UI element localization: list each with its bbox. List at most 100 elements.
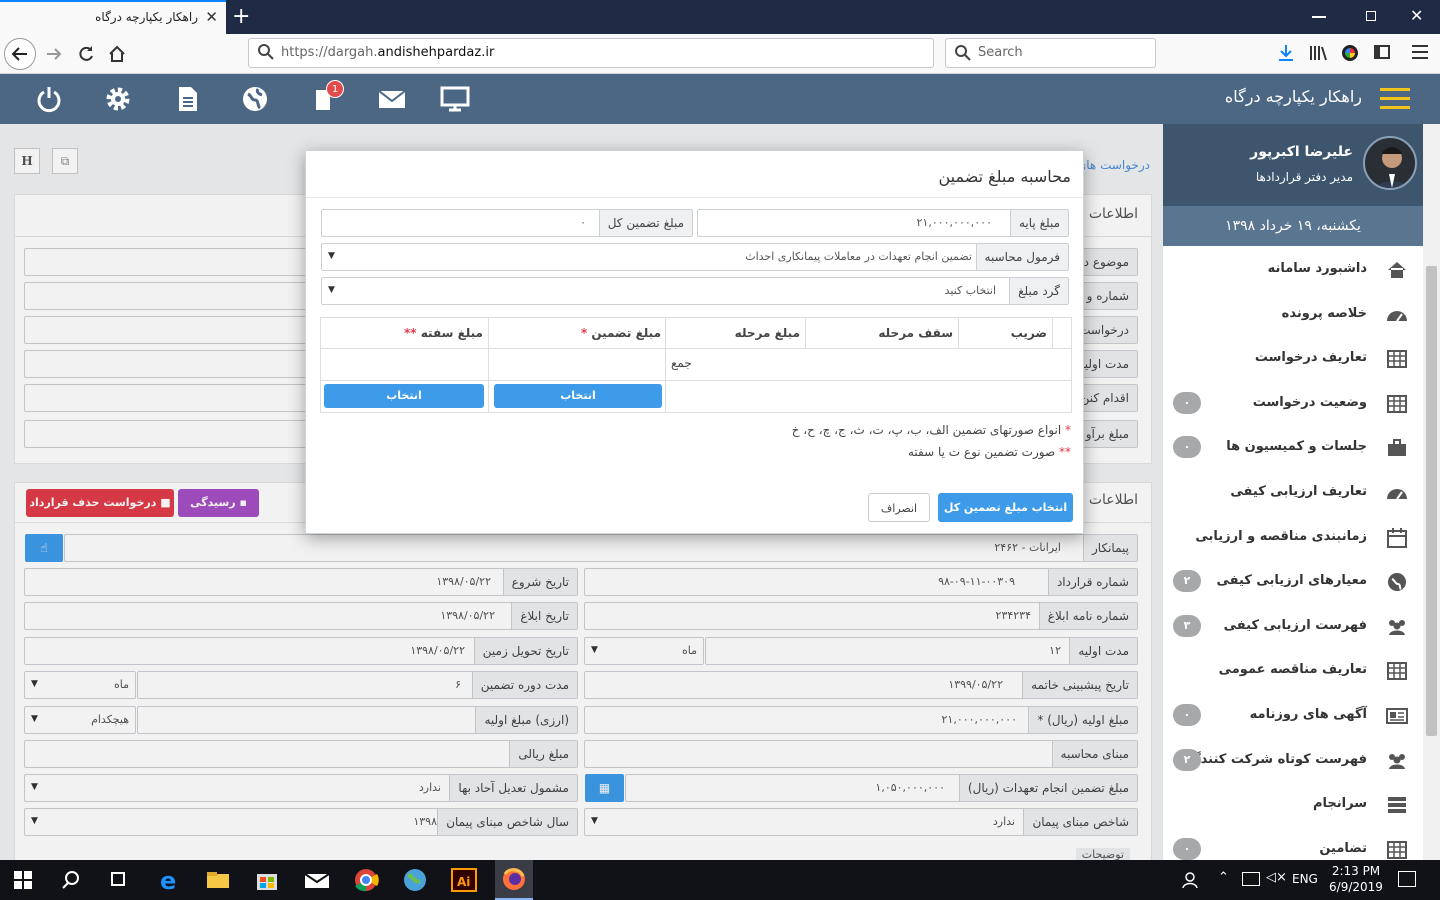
avatar[interactable] (1363, 136, 1417, 190)
globe-icon (1385, 570, 1409, 594)
network-icon[interactable] (1242, 872, 1260, 886)
sidebar-item-badge: ۰ (1173, 837, 1201, 860)
url-domain: andishehpardaz.ir (377, 45, 495, 60)
note-1: * انواع صورتهای تضمین الف، ب، پ، ت، ث، ج… (792, 423, 1071, 437)
current-date: یکشنبه، ۱۹ خرداد ۱۳۹۸ (1163, 206, 1423, 246)
people-icon[interactable] (1180, 870, 1200, 890)
sidebar-item-label: سرانجام (1313, 796, 1367, 812)
col-header-guarantee: مبلغ تضمین * (581, 326, 661, 340)
windows-start-icon[interactable] (14, 871, 32, 889)
formula-select[interactable]: فرمول محاسبه تضمین انجام تعهدات در معاملا… (321, 243, 1069, 271)
new-tab-icon[interactable]: + (232, 4, 250, 29)
sidebar-item[interactable]: تعاریف مناقصه عمومی (1163, 649, 1423, 693)
power-icon[interactable] (34, 84, 64, 114)
search-icon[interactable] (58, 866, 88, 894)
field-value: ۰ (580, 216, 586, 229)
sidebar-item[interactable]: سرانجام (1163, 783, 1423, 827)
select-guarantee-button[interactable]: انتخاب (494, 384, 662, 408)
sidebar-item-label: تضامین (1319, 840, 1367, 856)
table-icon (1385, 392, 1409, 416)
sidebar-item[interactable]: وضعیت درخواست ۰ (1163, 382, 1423, 426)
note-1-mark: * (1065, 423, 1071, 437)
extension-icon[interactable] (1342, 45, 1358, 61)
minimize-icon[interactable] (1312, 16, 1326, 18)
base-amount-field[interactable]: مبلغ پایه ۲۱,۰۰۰,۰۰۰,۰۰۰ (697, 209, 1069, 237)
select-value: تضمین انجام تعهدات در معاملات پیمانکاری … (745, 250, 972, 263)
sidebar-item[interactable]: تعاریف ارزیابی کیفی (1163, 471, 1423, 515)
field-value: ۲۱,۰۰۰,۰۰۰,۰۰۰ (916, 216, 992, 229)
table-icon (1385, 347, 1409, 371)
library-icon[interactable] (1308, 43, 1328, 63)
sidebar-item[interactable]: فهرست کوتاه شرکت کنندگان ۲ (1163, 739, 1423, 783)
volume-icon[interactable]: ◁× (1266, 870, 1287, 885)
sidebar-item[interactable]: خلاصه پرونده (1163, 293, 1423, 337)
sidebar-item[interactable]: زمانبندی مناقصه و ارزیابی (1163, 516, 1423, 560)
tray-chevron-icon[interactable]: ⌃ (1218, 870, 1229, 885)
server-icon (1385, 793, 1409, 817)
notifications-icon[interactable] (1398, 871, 1416, 887)
sidebar-item[interactable]: جلسات و کمیسیون ها ۰ (1163, 426, 1423, 470)
scrollbar[interactable] (1423, 124, 1440, 860)
sidebar-toggle-icon[interactable] (1374, 45, 1390, 59)
confirm-total-button[interactable]: انتخاب مبلغ تضمین کل (938, 493, 1073, 522)
sidebar-item[interactable]: تعاریف درخواست (1163, 337, 1423, 381)
download-icon[interactable] (1276, 43, 1296, 63)
restore-icon[interactable] (1366, 11, 1376, 21)
sidebar-item-label: زمانبندی مناقصه و ارزیابی (1195, 528, 1367, 544)
chrome-icon[interactable] (351, 866, 381, 894)
browser-search-box[interactable]: Search (945, 38, 1156, 68)
illustrator-icon[interactable]: Ai (449, 866, 479, 894)
hamburger-menu-icon[interactable] (1380, 88, 1410, 110)
mail-app-icon[interactable] (302, 866, 332, 894)
note-1-text: انواع صورتهای تضمین الف، ب، پ، ت، ث، ج، … (791, 423, 1062, 437)
sidebar-item[interactable]: معیارهای ارزیابی کیفی ۲ (1163, 560, 1423, 604)
close-tab-icon[interactable]: ✕ (205, 8, 218, 26)
users-icon (1385, 615, 1409, 639)
task-view-icon[interactable] (104, 866, 134, 894)
back-button[interactable] (4, 38, 36, 70)
forward-icon[interactable] (44, 44, 64, 64)
store-icon[interactable] (252, 866, 282, 894)
sidebar-item-label: خلاصه پرونده (1281, 305, 1367, 321)
mail-icon[interactable] (377, 84, 407, 114)
dashboard-icon (1385, 303, 1409, 327)
sidebar-item[interactable]: فهرست ارزیابی کیفی ۳ (1163, 605, 1423, 649)
url-prefix: https://dargah. (281, 45, 378, 60)
col-header-guarantee-text: مبلغ تضمین * (580, 326, 661, 340)
field-label: فرمول محاسبه (975, 244, 1068, 270)
monitor-icon[interactable] (440, 84, 470, 114)
total-guarantee-field[interactable]: مبلغ تضمین کل ۰ (321, 209, 693, 237)
dropdown-arrow-icon: ▼ (328, 251, 335, 261)
cancel-button[interactable]: انصراف (868, 493, 930, 522)
note-2-mark: ** (1059, 445, 1071, 459)
language-indicator[interactable]: ENG (1292, 872, 1318, 886)
gear-icon[interactable] (103, 84, 133, 114)
table-icon (1385, 838, 1409, 862)
home-icon (1385, 258, 1409, 282)
divider (306, 197, 1083, 198)
home-icon[interactable] (107, 44, 127, 64)
sidebar-item-label: فهرست کوتاه شرکت کنندگان (1177, 751, 1367, 767)
modal-title: محاسبه مبلغ تضمین (938, 167, 1071, 186)
url-bar[interactable]: https://dargah.andishehpardaz.ir (248, 38, 934, 68)
document-icon[interactable] (173, 84, 203, 114)
browser-globe-icon[interactable] (400, 866, 430, 894)
rounding-select[interactable]: گرد مبلغ انتخاب کنید ▼ (321, 277, 1069, 305)
browser-tab[interactable]: راهکار یکپارچه درگاه ✕ (0, 0, 226, 34)
search-placeholder: Search (978, 45, 1023, 60)
scrollbar-thumb[interactable] (1426, 266, 1437, 736)
select-value: انتخاب کنید (944, 284, 996, 297)
edge-icon[interactable]: e (154, 866, 184, 895)
clock[interactable]: 2:13 PM 6/9/2019 (1326, 864, 1386, 894)
menu-icon[interactable] (1412, 45, 1428, 59)
clipboard-icon[interactable]: 1 (310, 80, 344, 114)
sidebar-item-label: داشبورد سامانه (1267, 261, 1367, 276)
firefox-taskbar-item[interactable] (495, 860, 533, 900)
file-explorer-icon[interactable] (203, 866, 233, 894)
select-promissory-button[interactable]: انتخاب (324, 384, 484, 408)
sidebar-item[interactable]: داشبورد سامانه (1163, 248, 1423, 292)
globe-icon[interactable] (240, 84, 270, 114)
close-window-icon[interactable]: ✕ (1410, 6, 1423, 25)
reload-icon[interactable] (76, 44, 96, 64)
sidebar-item[interactable]: آگهی های روزنامه ۰ (1163, 694, 1423, 738)
